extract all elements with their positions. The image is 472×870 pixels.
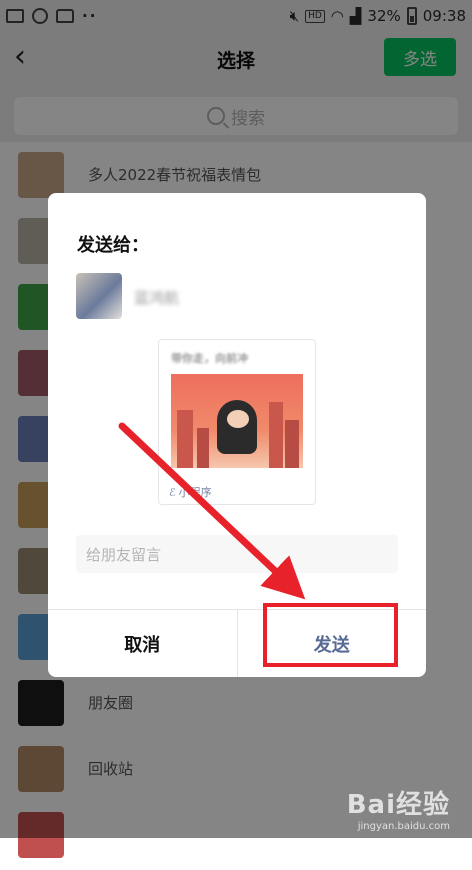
recipient-name: 蓝鸿航 [134,289,180,307]
card-image [171,374,303,468]
message-placeholder: 给朋友留言 [86,545,162,564]
recipient-avatar [76,273,122,319]
watermark-logo: Bai经验 [346,790,450,820]
watermark: Bai经验 jingyan.baidu.com [347,784,450,832]
annotation-highlight-box [263,603,398,667]
mini-program-card: 带你走，向前冲 ℰ 小程序 [158,339,316,505]
card-footer: ℰ 小程序 [169,484,212,500]
message-input[interactable]: 给朋友留言 [76,535,398,573]
mini-program-icon: ℰ [169,485,176,499]
card-title: 带你走，向前冲 [171,352,248,365]
watermark-url: jingyan.baidu.com [357,821,450,832]
dialog-title: 发送给： [77,235,149,256]
cancel-button[interactable]: 取消 [48,610,238,677]
card-footer-label: 小程序 [178,486,212,499]
